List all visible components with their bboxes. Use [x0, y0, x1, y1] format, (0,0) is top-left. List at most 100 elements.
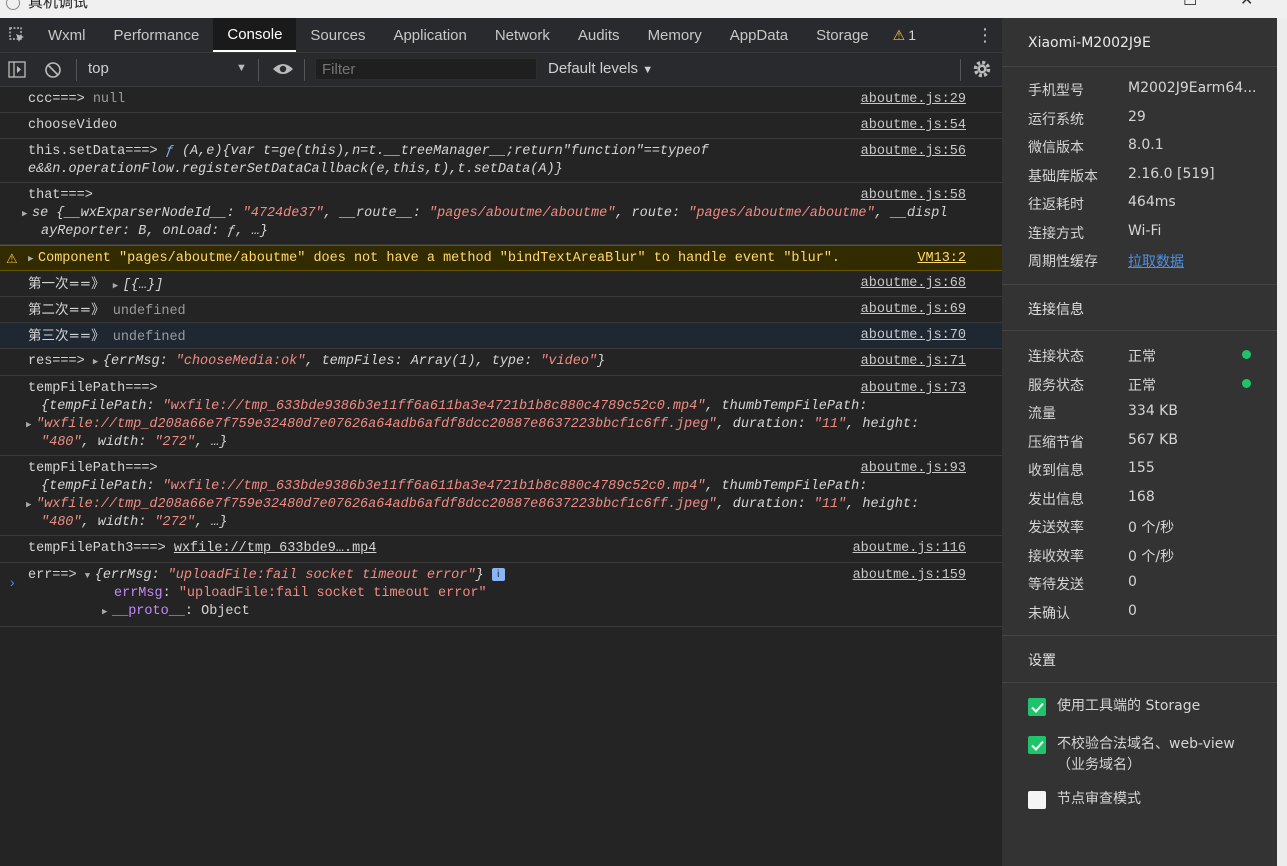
source-link[interactable]: aboutme.js:68: [861, 275, 966, 293]
source-link[interactable]: aboutme.js:116: [853, 540, 966, 558]
console-row[interactable]: tempFilePath3===> wxfile://tmp_633bde9….…: [0, 536, 1002, 563]
info-value: 8.0.1: [1128, 137, 1164, 153]
source-link[interactable]: aboutme.js:73: [861, 380, 966, 398]
source-link[interactable]: aboutme.js:56: [861, 143, 966, 161]
object-close: }: [597, 354, 606, 369]
more-options-icon[interactable]: ⋮: [976, 25, 994, 46]
collapse-arrow-icon[interactable]: ▼: [85, 567, 95, 585]
conn-value: 567 KB: [1128, 432, 1178, 448]
console-row[interactable]: 第三次==》 undefined aboutme.js:70: [0, 323, 1002, 349]
setting-use-tool-storage[interactable]: 使用工具端的 Storage: [1028, 696, 1237, 717]
tab-audits[interactable]: Audits: [564, 18, 634, 52]
console-row[interactable]: ccc===> null aboutme.js:29: [0, 87, 1002, 113]
tab-wxml[interactable]: Wxml: [34, 18, 100, 52]
tab-memory[interactable]: Memory: [634, 18, 716, 52]
console-row[interactable]: this.setData===> ƒ (A,e){var t=ge(this),…: [0, 139, 1002, 183]
conn-value: 0: [1128, 574, 1137, 590]
conn-row: 接收效率 0 个/秒: [1028, 546, 1268, 574]
source-link[interactable]: aboutme.js:54: [861, 117, 966, 135]
log-value: undefined: [112, 304, 186, 319]
toolbar-divider: [76, 59, 77, 81]
object-open: {: [41, 479, 50, 494]
source-link[interactable]: aboutme.js:71: [861, 353, 966, 371]
tab-network[interactable]: Network: [481, 18, 564, 52]
clear-console-icon[interactable]: [44, 61, 62, 84]
tab-console[interactable]: Console: [213, 18, 297, 52]
conn-key: 未确认: [1028, 606, 1070, 622]
prop-value: "11": [813, 497, 847, 512]
setting-label: 使用工具端的 Storage: [1057, 698, 1201, 714]
source-link[interactable]: aboutme.js:70: [861, 327, 966, 345]
sidebar-toggle-icon[interactable]: [8, 61, 26, 83]
setting-node-inspect-mode[interactable]: 节点审查模式: [1028, 789, 1237, 810]
info-key: 手机型号: [1028, 83, 1084, 99]
filter-input[interactable]: [315, 58, 537, 80]
source-link[interactable]: aboutme.js:159: [853, 567, 966, 585]
warning-counter[interactable]: ⚠ 1: [883, 18, 926, 52]
close-icon[interactable]: ✕: [1240, 0, 1253, 10]
info-key: 运行系统: [1028, 112, 1084, 128]
console-row[interactable]: 第一次==》 ▶ [{…}] aboutme.js:68: [0, 271, 1002, 297]
log-value-continued: e&&n.operationFlow.registerSetDataCallba…: [28, 162, 563, 177]
console-warning-row[interactable]: ⚠ ▶ Component "pages/aboutme/aboutme" doe…: [0, 245, 1002, 271]
log-levels-dropdown[interactable]: Default levels ▼: [548, 60, 653, 77]
info-key: 微信版本: [1028, 140, 1084, 156]
conn-row: 服务状态 正常: [1028, 375, 1268, 403]
checkbox-checked-icon[interactable]: [1028, 736, 1046, 754]
info-row: 运行系统 29: [1028, 109, 1268, 137]
setting-skip-domain-check[interactable]: 不校验合法域名、web-view（业务域名）: [1028, 734, 1237, 776]
prop-value: "272": [154, 435, 195, 450]
expand-arrow-icon[interactable]: ▶: [28, 250, 38, 268]
prop-value: Array(1): [410, 354, 476, 369]
console-prompt[interactable]: ›: [8, 576, 16, 592]
console-row[interactable]: res===> ▶ {errMsg: "chooseMedia:ok", temp…: [0, 349, 1002, 376]
prop-key: __displ: [890, 206, 948, 221]
prop-key: thumbTempFilePath: [721, 479, 860, 494]
prop-value: "11": [813, 417, 847, 432]
source-link[interactable]: aboutme.js:93: [861, 460, 966, 478]
tab-application[interactable]: Application: [379, 18, 480, 52]
expand-arrow-icon[interactable]: ▶: [26, 416, 36, 434]
checkbox-unchecked-icon[interactable]: [1028, 791, 1046, 809]
console-row[interactable]: 第二次==》 undefined aboutme.js:69: [0, 297, 1002, 323]
object-close: }: [475, 568, 484, 583]
info-icon[interactable]: i: [491, 567, 505, 581]
source-link[interactable]: aboutme.js:58: [861, 187, 966, 205]
info-row: 微信版本 8.0.1: [1028, 137, 1268, 165]
expand-arrow-icon[interactable]: ▶: [26, 496, 36, 514]
tab-sources[interactable]: Sources: [296, 18, 379, 52]
console-row[interactable]: that===> ▶ se {__wxExparserNodeId__: "472…: [0, 183, 1002, 245]
inspect-element-icon[interactable]: [0, 18, 34, 52]
conn-key: 等待发送: [1028, 577, 1084, 593]
console-row[interactable]: tempFilePath===> {tempFilePath: "wxfile:…: [0, 376, 1002, 456]
log-value: [{…}]: [122, 278, 164, 293]
gear-icon[interactable]: [972, 59, 992, 84]
expand-arrow-icon[interactable]: ▶: [93, 353, 103, 371]
chevron-down-icon[interactable]: ▼: [236, 62, 247, 74]
source-link[interactable]: VM13:2: [917, 250, 966, 268]
console-row[interactable]: chooseVideo aboutme.js:54: [0, 113, 1002, 139]
source-link[interactable]: aboutme.js:29: [861, 91, 966, 109]
log-value: null: [92, 92, 126, 107]
source-link[interactable]: aboutme.js:69: [861, 301, 966, 319]
minimize-icon[interactable]: —: [1110, 0, 1126, 8]
fetch-data-link[interactable]: 拉取数据: [1128, 251, 1184, 271]
file-link[interactable]: wxfile://tmp_633bde9….mp4: [174, 541, 377, 556]
tab-performance[interactable]: Performance: [100, 18, 214, 52]
tab-storage[interactable]: Storage: [802, 18, 883, 52]
maximize-icon[interactable]: ☐: [1183, 0, 1197, 10]
checkbox-checked-icon[interactable]: [1028, 698, 1046, 716]
eye-icon[interactable]: [272, 61, 294, 82]
expand-arrow-icon[interactable]: ▶: [113, 277, 123, 295]
context-selector[interactable]: top: [88, 60, 109, 77]
expand-arrow-icon[interactable]: ▶: [22, 205, 32, 223]
conn-row: 连接状态 正常: [1028, 346, 1268, 374]
console-row[interactable]: err==> ▼ {errMsg: "uploadFile:fail socket…: [0, 563, 1002, 627]
log-label: that===>: [28, 188, 93, 203]
conn-key: 发出信息: [1028, 492, 1084, 508]
console-row[interactable]: tempFilePath===> {tempFilePath: "wxfile:…: [0, 456, 1002, 536]
info-key: 周期性缓存: [1028, 254, 1098, 270]
outer-scrollbar[interactable]: [1277, 18, 1287, 866]
tab-appdata[interactable]: AppData: [716, 18, 802, 52]
expand-arrow-icon[interactable]: ▶: [102, 603, 112, 621]
